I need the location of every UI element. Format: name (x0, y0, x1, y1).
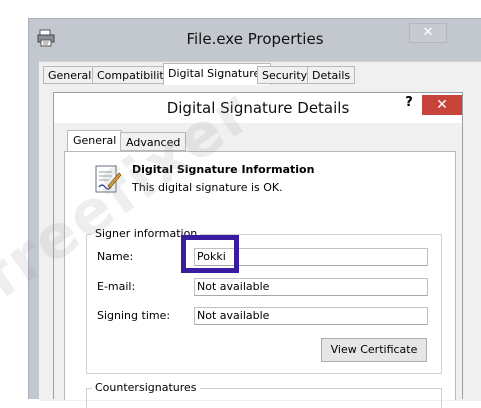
email-field[interactable]: Not available (194, 278, 428, 296)
printer-icon (37, 28, 57, 48)
dialog-close-button[interactable]: ✕ (422, 95, 462, 115)
signing-time-label: Signing time: (97, 309, 171, 322)
name-highlight-box (181, 235, 239, 273)
email-label: E-mail: (97, 280, 136, 293)
dialog-title: Digital Signature Details (54, 93, 462, 123)
tab-security[interactable]: Security (257, 66, 313, 84)
name-label: Name: (97, 250, 134, 263)
view-certificate-button[interactable]: View Certificate (321, 338, 427, 362)
tab-details[interactable]: Details (307, 66, 356, 84)
signing-time-field[interactable]: Not available (194, 307, 428, 325)
countersignatures-group-label: Countersignatures (92, 381, 200, 394)
help-button[interactable]: ? (402, 95, 416, 115)
dialog-tab-general[interactable]: General (67, 130, 123, 152)
properties-close-button[interactable]: ✕ (409, 23, 447, 43)
tab-general[interactable]: General (43, 66, 97, 84)
